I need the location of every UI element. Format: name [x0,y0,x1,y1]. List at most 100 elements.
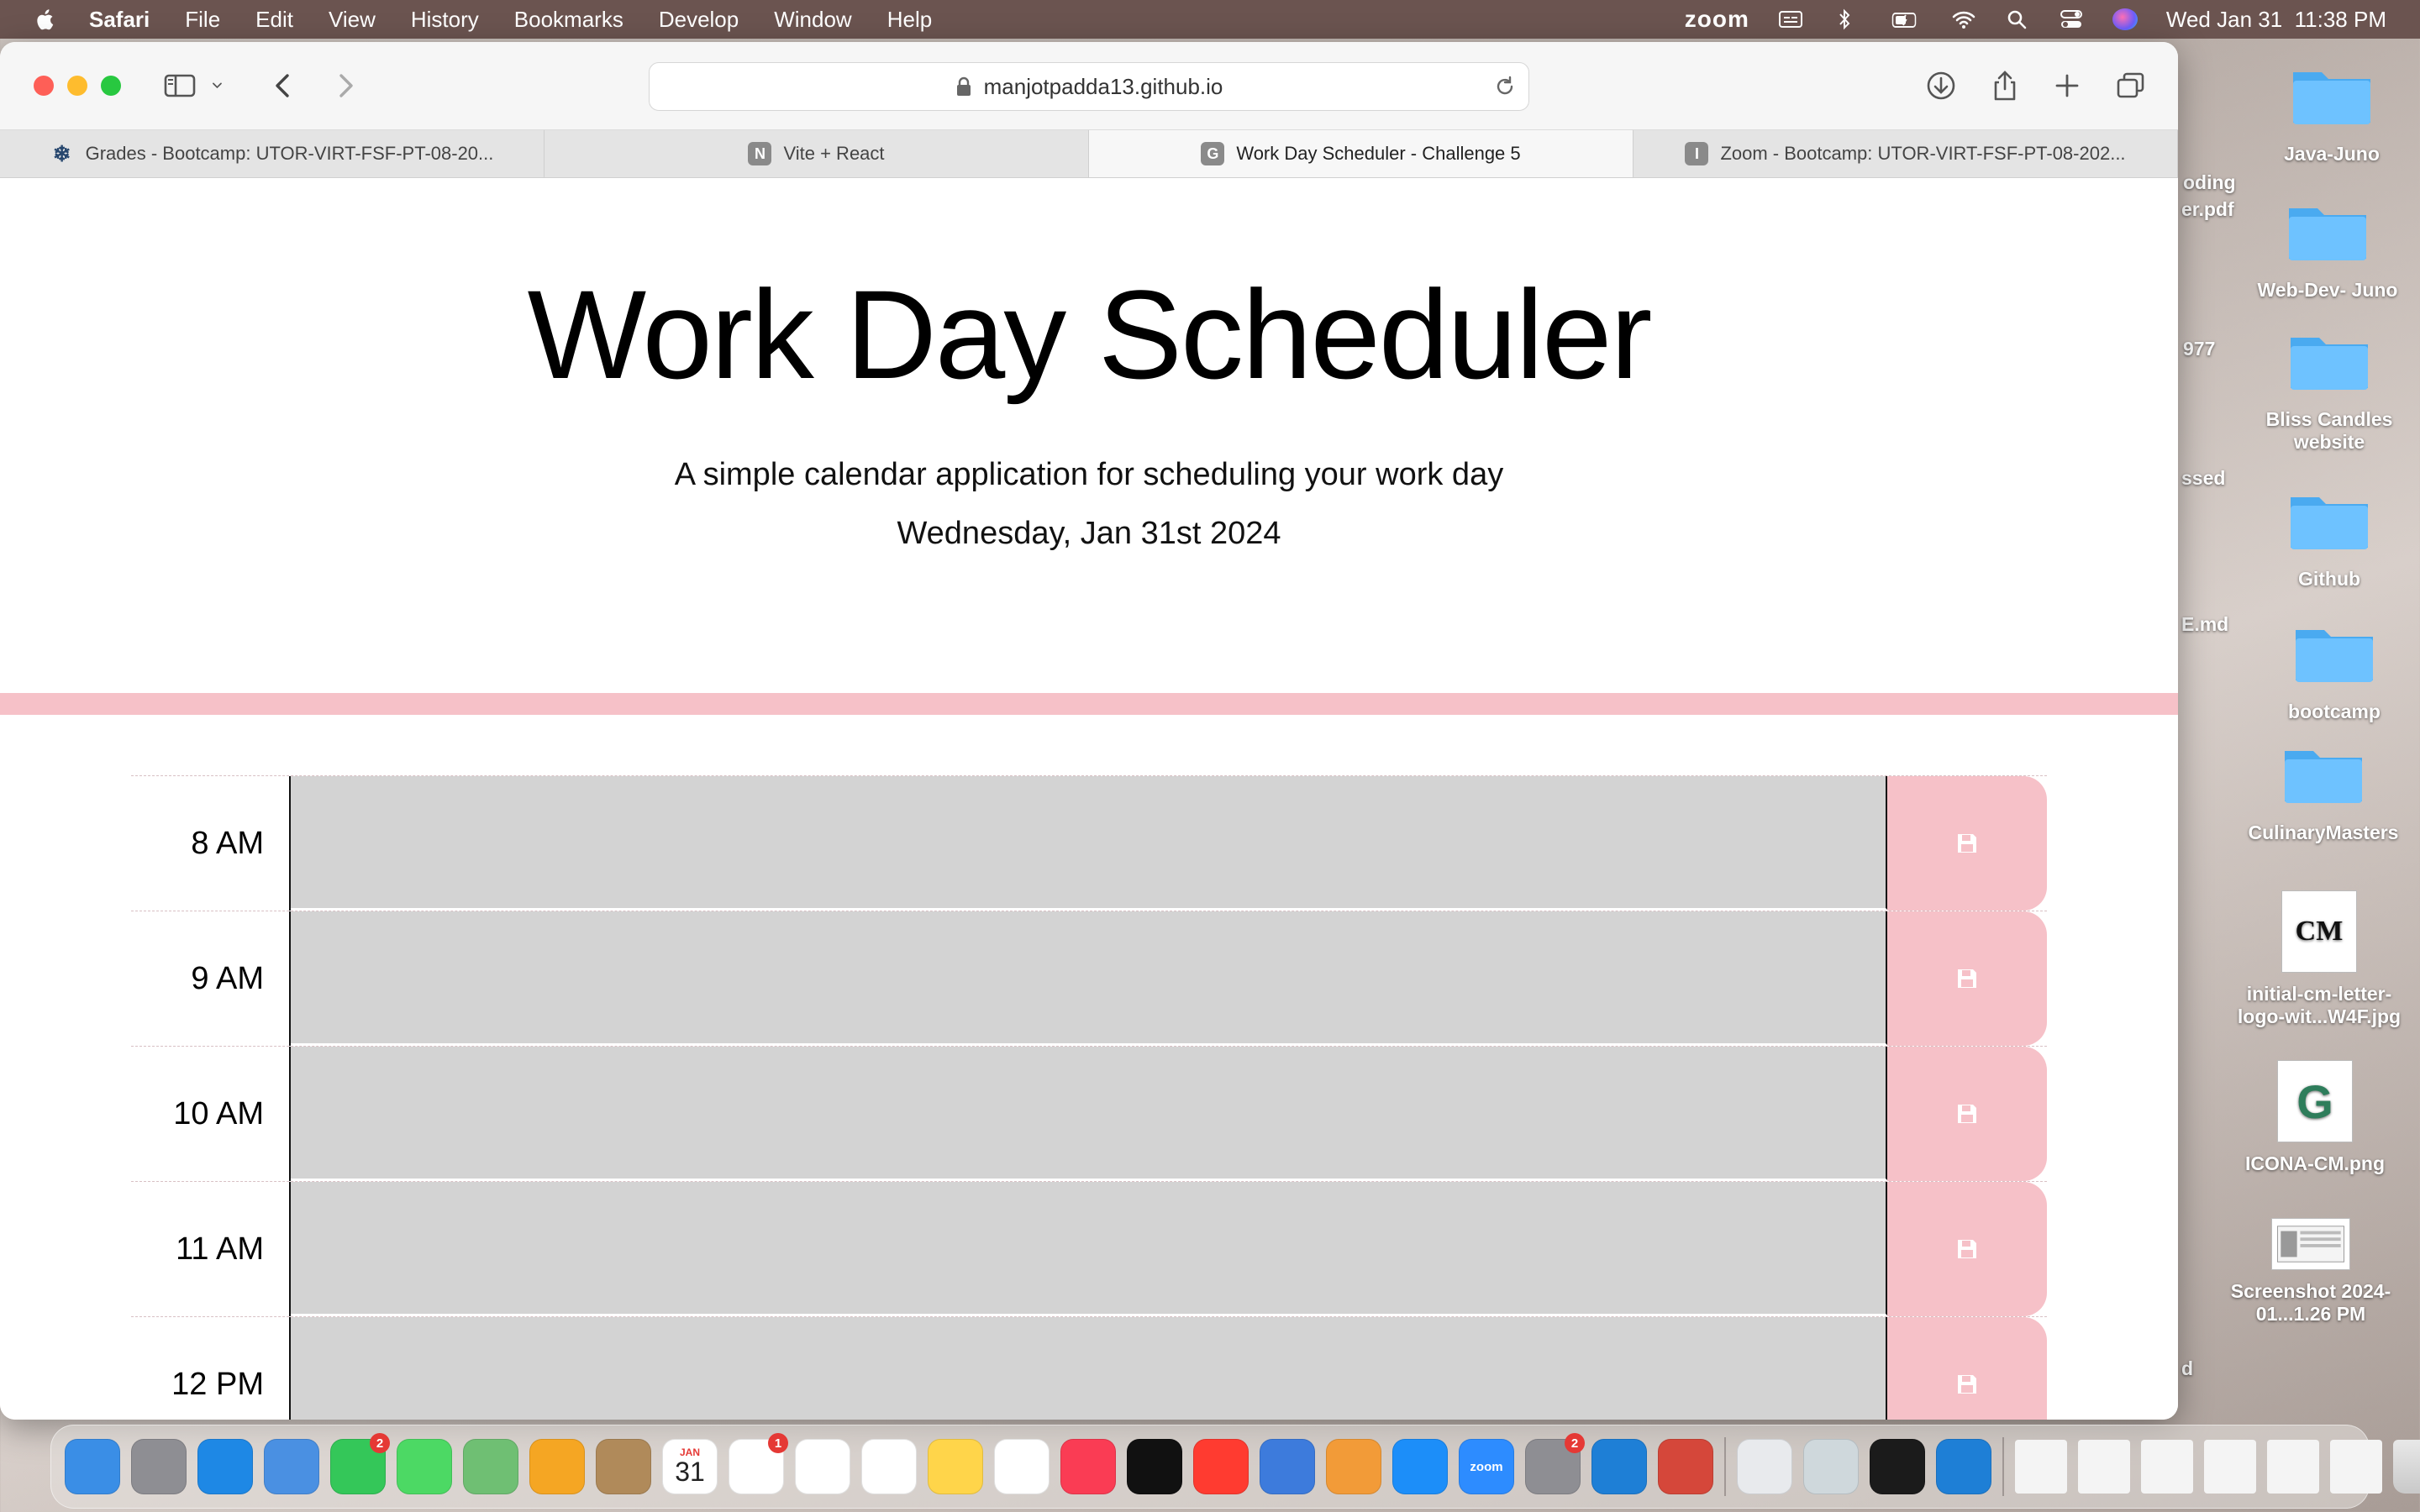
terminal-icon[interactable] [1870,1439,1925,1494]
menubar-clock[interactable]: Wed Jan 31 11:38 PM [2166,7,2386,33]
minimized-window-thumbnail[interactable] [2141,1440,2193,1494]
desktop-folder-culinarymasters[interactable]: CulinaryMasters [2239,739,2407,844]
dock-separator [2002,1437,2004,1496]
notes-icon[interactable] [928,1439,983,1494]
spotlight-search-icon[interactable] [2005,8,2030,30]
event-description-input[interactable] [291,1047,1887,1180]
address-bar[interactable]: manjotpadda13.github.io [649,62,1529,111]
appstore-icon[interactable] [1392,1439,1448,1494]
chrome-icon[interactable] [1737,1439,1792,1494]
facetime-icon[interactable]: 2 [330,1433,390,1494]
image-thumbnail: G [2277,1060,2353,1142]
desktop-folder-java-juno[interactable]: Java-Juno [2248,60,2416,165]
news-icon[interactable] [1193,1439,1249,1494]
event-description-input[interactable] [291,911,1887,1045]
photos-icon[interactable] [529,1439,585,1494]
siri-icon[interactable] [2112,8,2138,30]
time-block-row: 8 AM [131,775,2047,911]
event-description-input[interactable] [291,776,1887,910]
zoom-window-button[interactable] [101,76,121,96]
desktop-folder-bootcamp[interactable]: bootcamp [2250,618,2418,723]
settings-icon[interactable]: 2 [1525,1433,1585,1494]
downloads-icon[interactable] [1924,69,1958,102]
tab-work-day-scheduler[interactable]: G Work Day Scheduler - Challenge 5 [1089,130,1634,177]
chevron-down-icon[interactable] [210,69,232,102]
minimized-window-thumbnail[interactable] [2204,1440,2256,1494]
slack-icon[interactable]: 1 [729,1433,788,1494]
menu-edit[interactable]: Edit [255,7,293,33]
menu-develop[interactable]: Develop [659,7,739,33]
minimized-window-thumbnail[interactable] [2330,1440,2382,1494]
desktop-folder-web-dev-juno[interactable]: Web-Dev- Juno [2244,197,2412,302]
captions-icon[interactable] [1778,8,1803,30]
folder-icon [2296,630,2373,682]
minimized-window-thumbnail[interactable] [2267,1440,2319,1494]
menu-app-name[interactable]: Safari [89,7,150,33]
wifi-icon[interactable] [1951,8,1976,30]
menu-view[interactable]: View [329,7,376,33]
freeform-icon[interactable] [994,1439,1050,1494]
menu-window[interactable]: Window [774,7,851,33]
zoom-status-item[interactable]: zoom [1685,6,1749,33]
keynote-icon[interactable] [1260,1439,1315,1494]
calendar-icon[interactable]: JAN 31 [662,1439,718,1494]
numbers-icon[interactable] [861,1439,917,1494]
safari-icon[interactable] [197,1439,253,1494]
event-description-input[interactable] [291,1317,1887,1420]
desktop-file-cm-logo[interactable]: CM initial-cm-letter-logo-wit...W4F.jpg [2235,890,2403,1028]
finder-icon[interactable] [65,1439,120,1494]
status-area: zoom Wed Jan 31 11:38 PM [1685,0,2386,39]
reload-icon[interactable] [1493,75,1517,98]
trash-icon[interactable] [2393,1440,2420,1494]
control-center-icon[interactable] [2059,8,2084,30]
desktop-folder-github[interactable]: Github [2245,486,2413,591]
sidebar-toggle-icon[interactable] [163,69,197,102]
desktop-file-icona-cm[interactable]: G ICONA-CM.png [2231,1060,2399,1175]
launchpad-icon[interactable] [131,1439,187,1494]
save-button[interactable] [1887,1047,2047,1181]
reminders-icon[interactable] [795,1439,850,1494]
save-button[interactable] [1887,911,2047,1046]
close-window-button[interactable] [34,76,54,96]
event-description-input[interactable] [291,1182,1887,1315]
folder-icon [2289,208,2366,260]
tab-overview-icon[interactable] [2114,69,2148,102]
preview-icon[interactable] [1803,1439,1859,1494]
zoom-icon[interactable]: zoom [1459,1439,1514,1494]
maps-icon[interactable] [463,1439,518,1494]
mail-icon[interactable] [264,1439,319,1494]
vscode-icon[interactable] [1591,1439,1647,1494]
bluetooth-icon[interactable] [1832,8,1857,30]
appletv-icon[interactable] [1127,1439,1182,1494]
back-icon[interactable] [267,69,301,102]
minimize-window-button[interactable] [67,76,87,96]
save-button[interactable] [1887,776,2047,911]
menu-bookmarks[interactable]: Bookmarks [514,7,623,33]
tab-label: Vite + React [783,143,885,164]
minimized-window-thumbnail[interactable] [2015,1440,2067,1494]
apple-menu-icon[interactable] [34,7,59,32]
remote-desktop-icon[interactable] [1658,1439,1713,1494]
menu-file[interactable]: File [185,7,220,33]
pages-icon[interactable] [1326,1439,1381,1494]
battery-icon[interactable] [1886,8,1923,30]
save-button[interactable] [1887,1182,2047,1316]
hour-label: 10 AM [131,1047,291,1181]
desktop-file-screenshot[interactable]: Screenshot 2024-01...1.26 PM [2227,1218,2395,1326]
dock: 2 JAN 31 1 zoom 2 [50,1425,2420,1509]
menu-history[interactable]: History [411,7,479,33]
messages-icon[interactable] [397,1439,452,1494]
music-icon[interactable] [1060,1439,1116,1494]
menu-help[interactable]: Help [887,7,932,33]
share-icon[interactable] [1988,69,2022,102]
vscode-insiders-icon[interactable] [1936,1439,1991,1494]
save-button[interactable] [1887,1317,2047,1420]
minimized-window-thumbnail[interactable] [2078,1440,2130,1494]
new-tab-icon[interactable] [2050,69,2084,102]
desktop-folder-bliss-candles[interactable]: Bliss Candles website [2245,326,2413,454]
tab-vite-react[interactable]: N Vite + React [544,130,1089,177]
tab-grades[interactable]: ❄ Grades - Bootcamp: UTOR-VIRT-FSF-PT-08… [0,130,544,177]
tab-zoom[interactable]: I Zoom - Bootcamp: UTOR-VIRT-FSF-PT-08-2… [1634,130,2178,177]
forward-icon[interactable] [328,69,361,102]
contacts-icon[interactable] [596,1439,651,1494]
